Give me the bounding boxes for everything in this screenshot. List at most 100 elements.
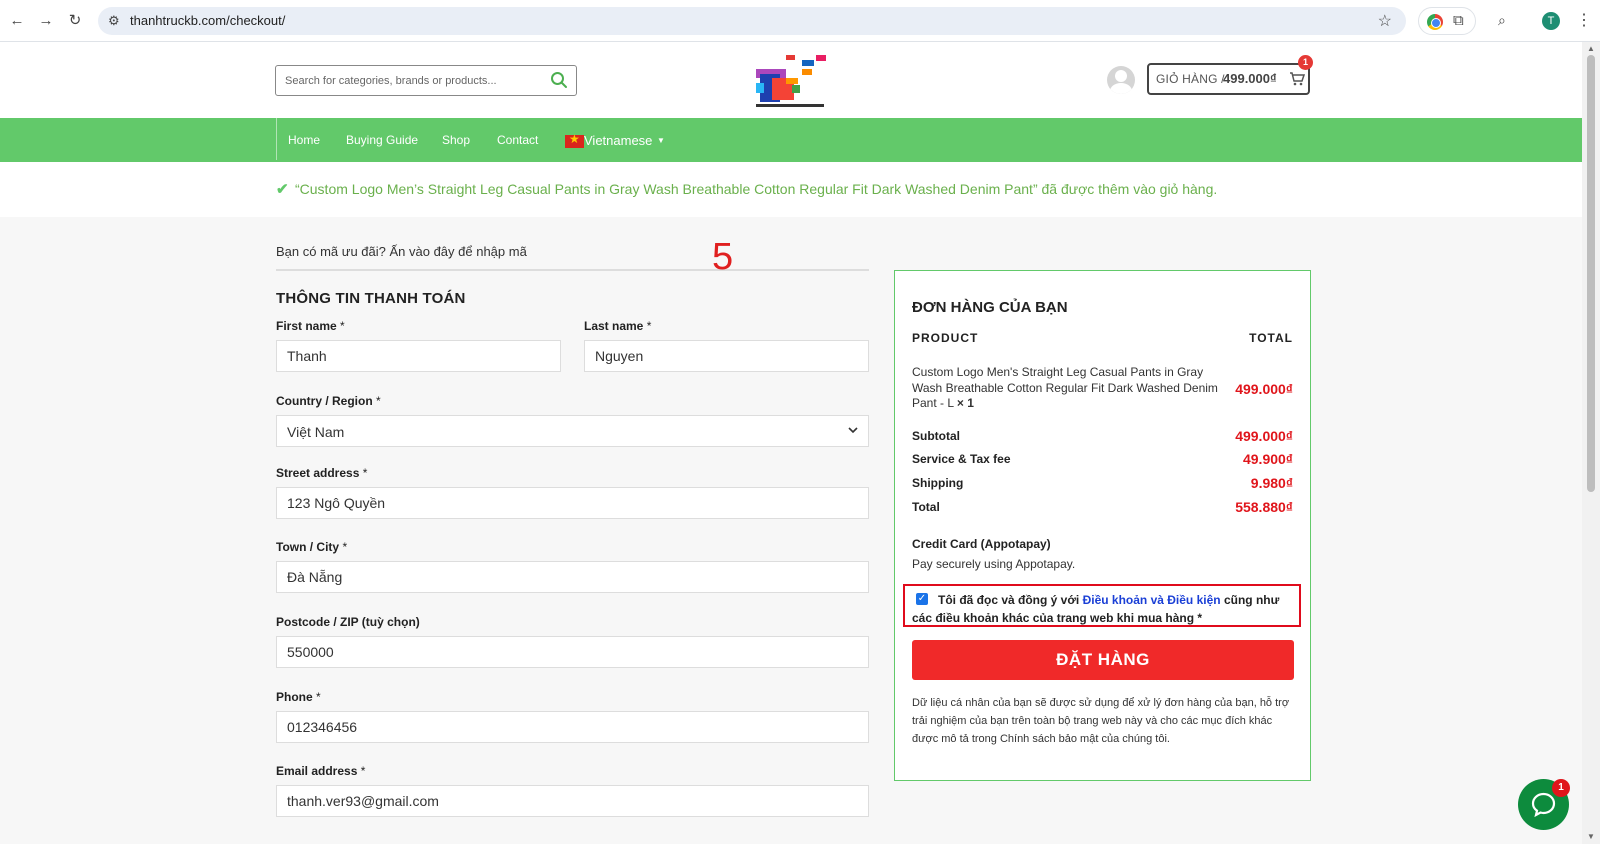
required-mark: * (362, 466, 368, 480)
last-name-label-text: Last name (584, 319, 644, 333)
coupon-divider (276, 269, 869, 271)
cart-button[interactable]: GIỎ HÀNG / 499.000₫ 1 (1147, 55, 1313, 95)
product-price: 499.000₫ (1235, 381, 1293, 397)
country-select-value: Việt Nam (287, 424, 345, 440)
checkmark-icon: ✔ (276, 181, 289, 198)
required-mark: * (340, 319, 345, 333)
back-arrow-icon[interactable]: ← (8, 12, 26, 30)
chevron-down-icon[interactable]: ▼ (657, 136, 665, 145)
phone-label-text: Phone (276, 690, 313, 704)
cart-notice: ✔ “Custom Logo Men’s Straight Leg Casual… (0, 162, 1582, 217)
phone-field[interactable] (276, 711, 869, 743)
postcode-field[interactable] (276, 636, 869, 668)
nav-item-shop[interactable]: Shop (442, 133, 470, 147)
search-box (275, 65, 577, 96)
country-label-text: Country / Region (276, 394, 373, 408)
required-mark: * (646, 319, 652, 333)
street-address-field[interactable] (276, 487, 869, 519)
cart-label: GIỎ HÀNG / (1156, 72, 1225, 86)
required-mark: * (376, 394, 381, 408)
first-name-field[interactable] (276, 340, 561, 372)
search-input[interactable] (276, 66, 546, 95)
required-mark: * (342, 540, 348, 554)
cart-amount: 499.000₫ (1223, 71, 1277, 86)
last-name-label: Last name * (584, 319, 651, 333)
order-product-name: Custom Logo Men's Straight Leg Casual Pa… (912, 365, 1222, 412)
city-label: Town / City * (276, 540, 347, 554)
order-title: ĐƠN HÀNG CỦA BẠN (912, 299, 1068, 316)
chevron-down-icon (848, 427, 858, 434)
payment-method-title[interactable]: Credit Card (Appotapay) (912, 537, 1051, 551)
reload-icon[interactable]: ↻ (66, 12, 84, 30)
address-bar[interactable]: ⚙ thanhtruckb.com/checkout/ ☆ (98, 7, 1406, 35)
first-name-label: First name * (276, 319, 345, 333)
scroll-down-icon[interactable]: ▼ (1587, 832, 1595, 841)
subtotal-label: Subtotal (912, 429, 960, 443)
payment-method-description: Pay securely using Appotapay. (912, 557, 1076, 571)
service-fee-label: Service & Tax fee (912, 452, 1011, 466)
street-label: Street address * (276, 466, 367, 480)
total-column-header: TOTAL (1249, 331, 1293, 345)
tab-search-icon[interactable]: ⌕ (1498, 12, 1506, 29)
site-settings-icon[interactable]: ⚙ (108, 13, 120, 29)
terms-text: Tôi đã đọc và đồng ý với Điều khoản và Đ… (912, 591, 1296, 627)
email-label-text: Email address (276, 764, 358, 778)
user-account-icon[interactable] (1107, 66, 1135, 94)
product-quantity: × 1 (956, 396, 974, 410)
checkout-main: Bạn có mã ưu đãi? Ấn vào đây để nhập mã … (0, 217, 1582, 844)
shipping-label: Shipping (912, 476, 964, 490)
chrome-extension-icon[interactable] (1427, 14, 1443, 30)
browser-menu-icon[interactable]: ⋮ (1576, 10, 1592, 30)
subtotal-value: 499.000₫ (1235, 428, 1293, 444)
street-label-text: Street address (276, 466, 360, 480)
terms-checkbox[interactable]: ✓ (916, 593, 928, 605)
profile-avatar[interactable]: T (1542, 12, 1560, 30)
last-name-field[interactable] (584, 340, 869, 372)
required-mark: * (316, 690, 321, 704)
coupon-toggle-link[interactable]: Bạn có mã ưu đãi? Ấn vào đây để nhập mã (276, 244, 527, 259)
url-text[interactable]: thanhtruckb.com/checkout/ (130, 13, 285, 28)
site-header: GIỎ HÀNG / 499.000₫ 1 (0, 42, 1582, 118)
email-field[interactable] (276, 785, 869, 817)
nav-item-buying-guide[interactable]: Buying Guide (346, 133, 418, 147)
nav-item-contact[interactable]: Contact (497, 133, 538, 147)
language-selector[interactable]: Vietnamese (584, 133, 652, 148)
total-label: Total (912, 500, 940, 514)
service-fee-value: 49.900₫ (1242, 451, 1293, 467)
phone-label: Phone * (276, 690, 321, 704)
scrollbar-thumb[interactable] (1587, 55, 1595, 492)
bookmark-star-icon[interactable]: ☆ (1378, 11, 1392, 31)
search-icon[interactable] (550, 71, 568, 89)
shipping-value: 9.980₫ (1250, 475, 1293, 491)
notice-message: “Custom Logo Men’s Straight Leg Casual P… (295, 181, 1218, 197)
chat-notification-badge: 1 (1552, 779, 1570, 797)
city-field[interactable] (276, 561, 869, 593)
total-value: 558.880₫ (1235, 499, 1293, 515)
country-select[interactable]: Việt Nam (276, 415, 869, 447)
place-order-button[interactable]: ĐẶT HÀNG (912, 640, 1294, 680)
terms-link[interactable]: Điều khoản và Điều kiện (1083, 593, 1221, 607)
forward-arrow-icon[interactable]: → (37, 12, 55, 30)
chat-bubble-icon (1531, 792, 1556, 818)
annotation-number: 5 (712, 236, 734, 278)
country-label: Country / Region * (276, 394, 381, 408)
scroll-up-icon[interactable]: ▲ (1587, 44, 1595, 53)
email-label: Email address * (276, 764, 365, 778)
extensions-puzzle-icon[interactable]: ⧉ (1453, 12, 1464, 29)
cart-count-badge: 1 (1298, 55, 1313, 70)
city-label-text: Town / City (276, 540, 340, 554)
site-logo[interactable] (746, 55, 836, 111)
cart-icon (1290, 72, 1305, 86)
required-mark: * (360, 764, 366, 778)
main-navigation: Home Buying Guide Shop Contact Vietnames… (0, 118, 1582, 168)
order-summary: ĐƠN HÀNG CỦA BẠN PRODUCT TOTAL Custom Lo… (894, 270, 1311, 781)
privacy-notice: Dữ liệu cá nhân của bạn sẽ được sử dụng … (912, 697, 1290, 745)
terms-highlight-box: Tôi đã đọc và đồng ý với Điều khoản và Đ… (903, 584, 1301, 627)
nav-divider (276, 118, 277, 162)
extensions-group: ⧉ (1418, 7, 1476, 35)
vietnam-flag-icon[interactable] (565, 132, 584, 148)
billing-title: THÔNG TIN THANH TOÁN (276, 290, 466, 307)
nav-item-home[interactable]: Home (288, 133, 320, 147)
product-column-header: PRODUCT (912, 331, 979, 345)
postcode-label: Postcode / ZIP (tuỳ chọn) (276, 615, 420, 629)
